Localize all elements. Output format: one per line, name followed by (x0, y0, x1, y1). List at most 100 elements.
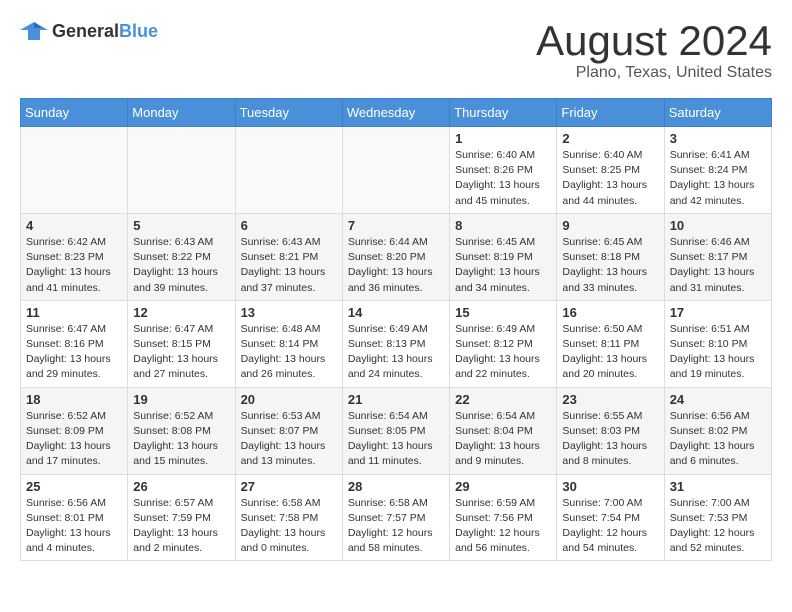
day-number: 19 (133, 392, 229, 407)
day-detail: Sunrise: 6:40 AMSunset: 8:26 PMDaylight:… (455, 148, 551, 209)
day-number: 7 (348, 218, 444, 233)
calendar-cell: 7 Sunrise: 6:44 AMSunset: 8:20 PMDaylight… (342, 213, 449, 300)
day-detail: Sunrise: 6:44 AMSunset: 8:20 PMDaylight:… (348, 235, 444, 296)
calendar-cell (128, 127, 235, 214)
calendar-table: SundayMondayTuesdayWednesdayThursdayFrid… (20, 98, 772, 561)
day-detail: Sunrise: 6:58 AMSunset: 7:57 PMDaylight:… (348, 496, 444, 557)
day-detail: Sunrise: 6:41 AMSunset: 8:24 PMDaylight:… (670, 148, 766, 209)
month-title: August 2024 (536, 20, 772, 62)
day-detail: Sunrise: 6:45 AMSunset: 8:18 PMDaylight:… (562, 235, 658, 296)
calendar-cell: 20 Sunrise: 6:53 AMSunset: 8:07 PMDayligh… (235, 387, 342, 474)
day-of-week-header: Tuesday (235, 99, 342, 127)
calendar-cell: 16Sunrise: 6:50 AMSunset: 8:11 PMDayligh… (557, 300, 664, 387)
calendar-cell: 31 Sunrise: 7:00 AMSunset: 7:53 PMDayligh… (664, 474, 771, 561)
calendar-cell: 5Sunrise: 6:43 AMSunset: 8:22 PMDaylight… (128, 213, 235, 300)
calendar-cell (342, 127, 449, 214)
day-number: 24 (670, 392, 766, 407)
calendar-cell: 2Sunrise: 6:40 AMSunset: 8:25 PMDaylight… (557, 127, 664, 214)
calendar-cell (235, 127, 342, 214)
day-number: 6 (241, 218, 337, 233)
day-detail: Sunrise: 6:43 AMSunset: 8:21 PMDaylight:… (241, 235, 337, 296)
page: GeneralBlue August 2024 Plano, Texas, Un… (0, 0, 792, 581)
calendar-cell: 10 Sunrise: 6:46 AMSunset: 8:17 PMDayligh… (664, 213, 771, 300)
calendar-cell: 24 Sunrise: 6:56 AMSunset: 8:02 PMDayligh… (664, 387, 771, 474)
location: Plano, Texas, United States (536, 64, 772, 82)
day-detail: Sunrise: 6:49 AMSunset: 8:13 PMDaylight:… (348, 322, 444, 383)
calendar-cell: 14 Sunrise: 6:49 AMSunset: 8:13 PMDayligh… (342, 300, 449, 387)
calendar-cell: 28 Sunrise: 6:58 AMSunset: 7:57 PMDayligh… (342, 474, 449, 561)
day-number: 25 (26, 479, 122, 494)
day-detail: Sunrise: 6:52 AMSunset: 8:08 PMDaylight:… (133, 409, 229, 470)
calendar-week-row: 1Sunrise: 6:40 AMSunset: 8:26 PMDaylight… (21, 127, 772, 214)
day-number: 29 (455, 479, 551, 494)
calendar-cell: 27 Sunrise: 6:58 AMSunset: 7:58 PMDayligh… (235, 474, 342, 561)
calendar-cell: 3 Sunrise: 6:41 AMSunset: 8:24 PMDaylight… (664, 127, 771, 214)
calendar-cell: 4Sunrise: 6:42 AMSunset: 8:23 PMDaylight… (21, 213, 128, 300)
day-detail: Sunrise: 6:53 AMSunset: 8:07 PMDaylight:… (241, 409, 337, 470)
day-of-week-header: Monday (128, 99, 235, 127)
logo-icon (20, 20, 48, 42)
calendar-cell: 26Sunrise: 6:57 AMSunset: 7:59 PMDayligh… (128, 474, 235, 561)
day-number: 2 (562, 131, 658, 146)
day-detail: Sunrise: 6:59 AMSunset: 7:56 PMDaylight:… (455, 496, 551, 557)
calendar-week-row: 11 Sunrise: 6:47 AMSunset: 8:16 PMDayligh… (21, 300, 772, 387)
day-detail: Sunrise: 6:45 AMSunset: 8:19 PMDaylight:… (455, 235, 551, 296)
day-number: 17 (670, 305, 766, 320)
logo-blue: Blue (119, 21, 158, 41)
day-number: 12 (133, 305, 229, 320)
day-number: 23 (562, 392, 658, 407)
day-detail: Sunrise: 6:52 AMSunset: 8:09 PMDaylight:… (26, 409, 122, 470)
day-number: 3 (670, 131, 766, 146)
day-of-week-header: Thursday (450, 99, 557, 127)
calendar-cell: 29 Sunrise: 6:59 AMSunset: 7:56 PMDayligh… (450, 474, 557, 561)
calendar-week-row: 4Sunrise: 6:42 AMSunset: 8:23 PMDaylight… (21, 213, 772, 300)
day-detail: Sunrise: 6:42 AMSunset: 8:23 PMDaylight:… (26, 235, 122, 296)
day-detail: Sunrise: 6:56 AMSunset: 8:02 PMDaylight:… (670, 409, 766, 470)
day-number: 21 (348, 392, 444, 407)
calendar-cell: 18 Sunrise: 6:52 AMSunset: 8:09 PMDayligh… (21, 387, 128, 474)
day-of-week-header: Sunday (21, 99, 128, 127)
day-number: 11 (26, 305, 122, 320)
day-detail: Sunrise: 6:47 AMSunset: 8:16 PMDaylight:… (26, 322, 122, 383)
day-detail: Sunrise: 6:47 AMSunset: 8:15 PMDaylight:… (133, 322, 229, 383)
calendar-cell: 30 Sunrise: 7:00 AMSunset: 7:54 PMDayligh… (557, 474, 664, 561)
day-number: 10 (670, 218, 766, 233)
day-detail: Sunrise: 6:48 AMSunset: 8:14 PMDaylight:… (241, 322, 337, 383)
day-detail: Sunrise: 6:58 AMSunset: 7:58 PMDaylight:… (241, 496, 337, 557)
day-number: 30 (562, 479, 658, 494)
day-number: 18 (26, 392, 122, 407)
calendar-cell: 11 Sunrise: 6:47 AMSunset: 8:16 PMDayligh… (21, 300, 128, 387)
day-number: 27 (241, 479, 337, 494)
calendar-cell: 8 Sunrise: 6:45 AMSunset: 8:19 PMDaylight… (450, 213, 557, 300)
day-of-week-header: Wednesday (342, 99, 449, 127)
day-number: 28 (348, 479, 444, 494)
calendar-cell: 19 Sunrise: 6:52 AMSunset: 8:08 PMDayligh… (128, 387, 235, 474)
day-of-week-header: Friday (557, 99, 664, 127)
title-block: August 2024 Plano, Texas, United States (536, 20, 772, 82)
day-detail: Sunrise: 7:00 AMSunset: 7:53 PMDaylight:… (670, 496, 766, 557)
calendar-week-row: 25 Sunrise: 6:56 AMSunset: 8:01 PMDayligh… (21, 474, 772, 561)
calendar-cell: 12 Sunrise: 6:47 AMSunset: 8:15 PMDayligh… (128, 300, 235, 387)
day-detail: Sunrise: 6:56 AMSunset: 8:01 PMDaylight:… (26, 496, 122, 557)
day-number: 14 (348, 305, 444, 320)
day-number: 16 (562, 305, 658, 320)
day-detail: Sunrise: 6:49 AMSunset: 8:12 PMDaylight:… (455, 322, 551, 383)
day-number: 8 (455, 218, 551, 233)
day-detail: Sunrise: 6:57 AMSunset: 7:59 PMDaylight:… (133, 496, 229, 557)
day-number: 22 (455, 392, 551, 407)
calendar-cell: 6 Sunrise: 6:43 AMSunset: 8:21 PMDaylight… (235, 213, 342, 300)
calendar-cell: 21 Sunrise: 6:54 AMSunset: 8:05 PMDayligh… (342, 387, 449, 474)
day-number: 9 (562, 218, 658, 233)
day-detail: Sunrise: 7:00 AMSunset: 7:54 PMDaylight:… (562, 496, 658, 557)
day-detail: Sunrise: 6:46 AMSunset: 8:17 PMDaylight:… (670, 235, 766, 296)
calendar-cell: 15 Sunrise: 6:49 AMSunset: 8:12 PMDayligh… (450, 300, 557, 387)
calendar-cell: 22 Sunrise: 6:54 AMSunset: 8:04 PMDayligh… (450, 387, 557, 474)
day-number: 20 (241, 392, 337, 407)
day-detail: Sunrise: 6:54 AMSunset: 8:05 PMDaylight:… (348, 409, 444, 470)
day-number: 31 (670, 479, 766, 494)
calendar-header-row: SundayMondayTuesdayWednesdayThursdayFrid… (21, 99, 772, 127)
calendar-cell: 25 Sunrise: 6:56 AMSunset: 8:01 PMDayligh… (21, 474, 128, 561)
day-detail: Sunrise: 6:54 AMSunset: 8:04 PMDaylight:… (455, 409, 551, 470)
day-detail: Sunrise: 6:51 AMSunset: 8:10 PMDaylight:… (670, 322, 766, 383)
day-number: 15 (455, 305, 551, 320)
